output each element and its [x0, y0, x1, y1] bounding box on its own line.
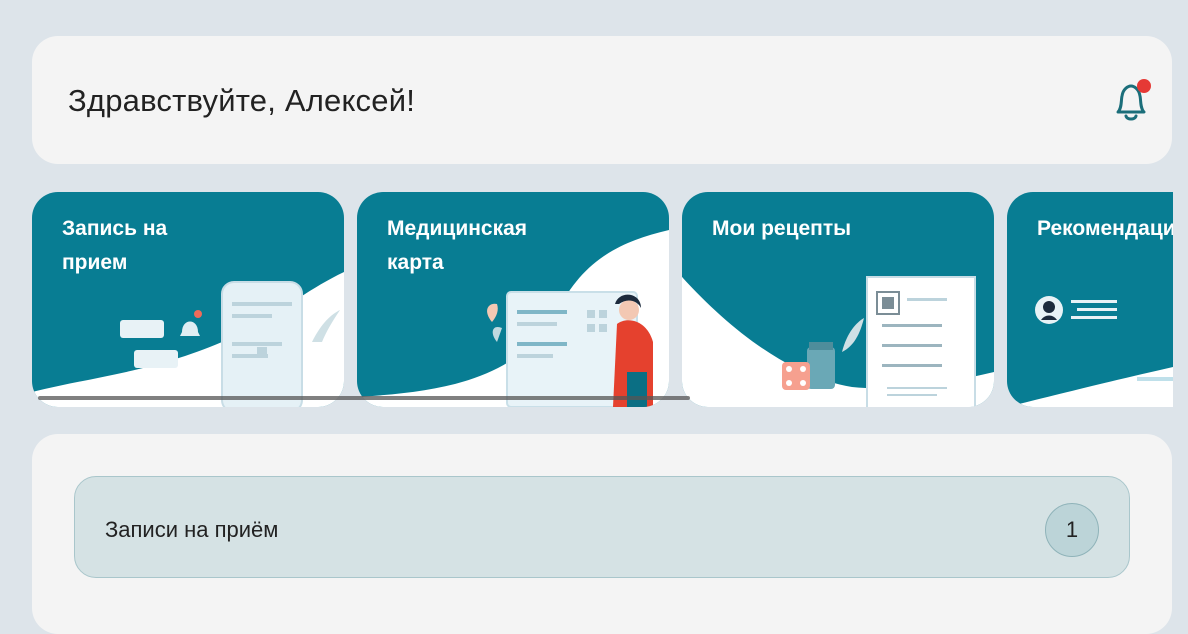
tile-prescriptions[interactable]: Мои рецепты [682, 192, 994, 407]
appointments-count-badge: 1 [1045, 503, 1099, 557]
tile-medical-card[interactable]: Медицинская карта [357, 192, 669, 407]
tile-title-prescriptions: Мои рецепты [712, 217, 852, 240]
tiles-carousel[interactable]: Запись на прием Медицинская карта Мои ре… [32, 192, 1173, 407]
greeting-text: Здравствуйте, Алексей! [68, 83, 416, 118]
appointments-card: Записи на приём 1 [32, 434, 1172, 634]
tile-title-medical-card: Медицинская карта [387, 217, 528, 274]
carousel-scrollbar[interactable] [38, 396, 690, 400]
notification-dot [1137, 79, 1151, 93]
tile-appointment[interactable]: Запись на прием [32, 192, 344, 407]
appointments-label: Записи на приём [105, 517, 279, 542]
tile-title-recommendations: Рекомендации [1037, 217, 1173, 240]
tile-title-appointment: Запись на прием [62, 217, 168, 274]
appointments-row[interactable]: Записи на приём 1 [74, 476, 1130, 578]
bell-icon[interactable] [1110, 78, 1152, 128]
tile-recommendations[interactable]: Рекомендации [1007, 192, 1173, 407]
greeting-card: Здравствуйте, Алексей! [32, 36, 1172, 164]
